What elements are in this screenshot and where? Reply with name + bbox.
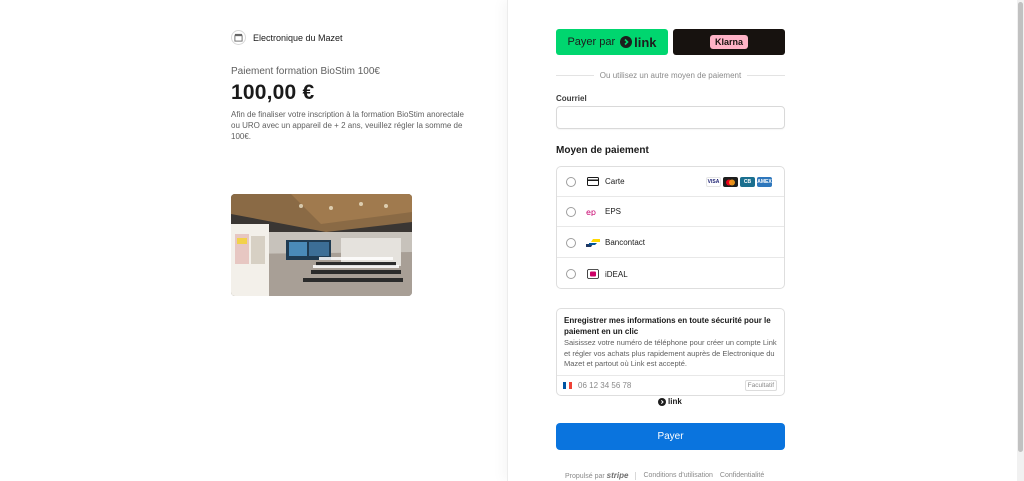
amex-icon: AMEX <box>757 177 772 187</box>
optional-badge: Facultatif <box>744 380 777 391</box>
card-radio[interactable] <box>566 176 576 187</box>
payment-method-list: Carte VISA CB AMEX ep EPS Bancontact iDE… <box>556 166 785 289</box>
product-name: Paiement formation BioStim 100€ <box>231 66 380 77</box>
link-brand-text: link <box>634 34 657 50</box>
store-icon <box>231 30 246 45</box>
payment-option-label: Carte <box>605 177 625 186</box>
pay-button[interactable]: Payer <box>556 423 785 450</box>
merchant-name: Electronique du Mazet <box>253 32 343 43</box>
legal-footer: Propulsé par stripe Conditions d'utilisa… <box>565 471 764 480</box>
merchant-header[interactable]: Electronique du Mazet <box>231 30 343 45</box>
or-divider: Ou utilisez un autre moyen de paiement <box>556 69 786 81</box>
credit-card-icon <box>586 177 600 187</box>
france-flag-icon <box>563 382 572 389</box>
phone-placeholder: 06 12 34 56 78 <box>578 381 632 390</box>
payment-option-label: Bancontact <box>605 238 646 247</box>
bancontact-icon <box>586 238 600 248</box>
cb-icon: CB <box>740 177 755 187</box>
pay-with-klarna-button[interactable]: Klarna <box>673 29 785 55</box>
payment-option-bancontact[interactable]: Bancontact <box>557 228 784 258</box>
link-logo: link <box>620 34 657 50</box>
bancontact-radio[interactable] <box>566 237 576 248</box>
email-field[interactable] <box>556 106 785 129</box>
phone-field[interactable]: 06 12 34 56 78 Facultatif <box>557 375 784 395</box>
klarna-logo: Klarna <box>709 35 748 49</box>
eps-icon: ep <box>586 207 600 217</box>
payment-option-eps[interactable]: ep EPS <box>557 197 784 227</box>
product-image <box>231 194 412 296</box>
card-brand-logos: VISA CB AMEX <box>706 177 772 187</box>
order-summary-panel: Electronique du Mazet Paiement formation… <box>0 0 507 481</box>
scrollbar[interactable] <box>1017 0 1024 481</box>
payment-option-ideal[interactable]: iDEAL <box>557 259 784 289</box>
pay-with-link-button[interactable]: Payer par link <box>556 29 668 55</box>
link-arrow-icon <box>620 36 633 48</box>
product-description: Afin de finaliser votre inscription à la… <box>231 110 464 141</box>
link-footer-logo: link <box>658 397 682 406</box>
ideal-icon <box>586 269 600 279</box>
privacy-link[interactable]: Confidentialité <box>720 472 764 479</box>
scrollbar-thumb[interactable] <box>1018 2 1023 452</box>
eps-radio[interactable] <box>566 206 576 217</box>
payment-option-label: EPS <box>605 207 622 216</box>
link-save-title: Enregistrer mes informations en toute sé… <box>564 316 771 336</box>
mastercard-icon <box>723 177 738 187</box>
payment-option-label: iDEAL <box>605 269 628 279</box>
stripe-logo: stripe <box>606 471 629 480</box>
email-label: Courriel <box>556 94 587 103</box>
ideal-radio[interactable] <box>566 269 576 279</box>
payment-method-title: Moyen de paiement <box>556 145 649 156</box>
svg-text:ep: ep <box>586 208 596 216</box>
link-save-description: Saisissez votre numéro de téléphone pour… <box>564 338 777 368</box>
divider-text: Ou utilisez un autre moyen de paiement <box>599 70 742 80</box>
payment-option-card[interactable]: Carte VISA CB AMEX <box>557 167 784 197</box>
total-amount: 100,00 € <box>231 81 315 104</box>
terms-link[interactable]: Conditions d'utilisation <box>643 472 712 479</box>
link-save-info-box: Enregistrer mes informations en toute sé… <box>556 308 785 396</box>
link-arrow-icon <box>658 397 666 406</box>
powered-by-text: Propulsé par stripe <box>565 471 629 480</box>
visa-icon: VISA <box>706 177 721 187</box>
link-button-prefix: Payer par <box>567 36 616 48</box>
